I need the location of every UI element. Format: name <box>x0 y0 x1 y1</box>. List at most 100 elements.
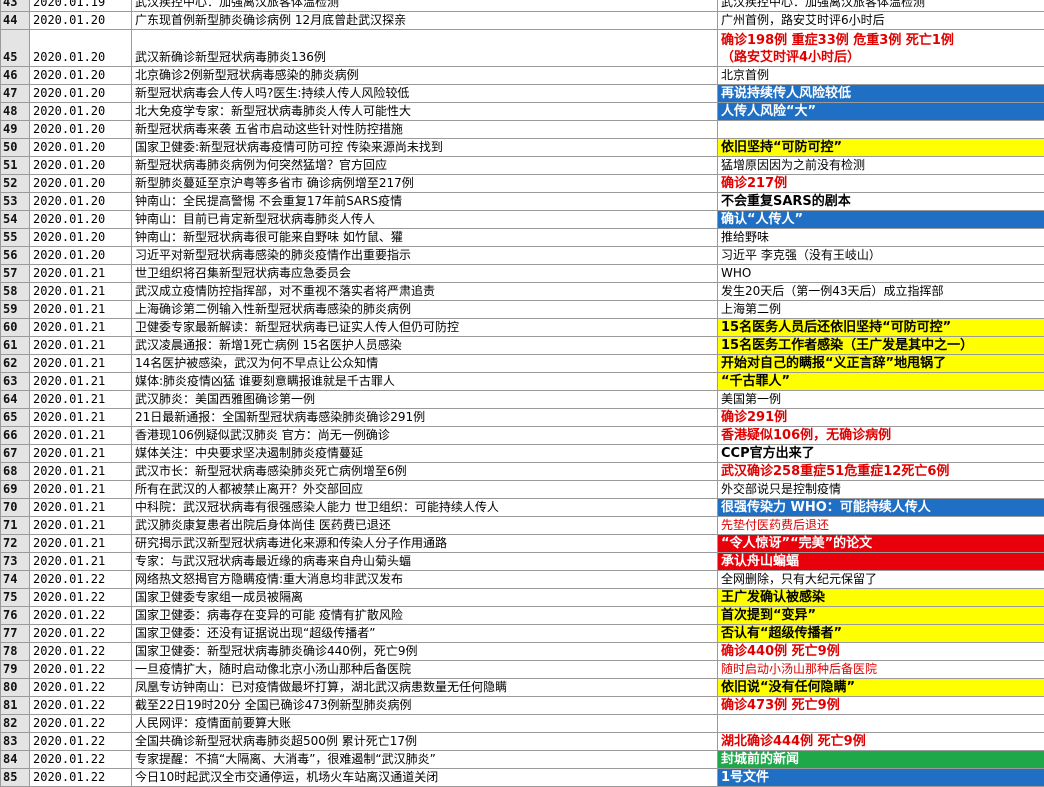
date-cell[interactable]: 2020.01.20 <box>29 138 132 157</box>
note-cell[interactable]: 湖北确诊444例 死亡9例 <box>717 732 1044 751</box>
date-cell[interactable]: 2020.01.21 <box>29 480 132 499</box>
date-cell[interactable]: 2020.01.21 <box>29 426 132 445</box>
headline-cell[interactable]: 21日最新通报：全国新型冠状病毒感染肺炎确诊291例 <box>131 408 718 427</box>
row-number[interactable]: 51 <box>0 156 30 175</box>
headline-cell[interactable]: 全国共确诊新型冠状病毒肺炎超500例 累计死亡17例 <box>131 732 718 751</box>
date-cell[interactable]: 2020.01.21 <box>29 264 132 283</box>
note-cell[interactable]: 确诊291例 <box>717 408 1044 427</box>
headline-cell[interactable]: 国家卫健委专家组一成员被隔离 <box>131 588 718 607</box>
headline-cell[interactable]: 北大免疫学专家：新型冠状病毒肺炎人传人可能性大 <box>131 102 718 121</box>
row-number[interactable]: 83 <box>0 732 30 751</box>
row-number[interactable]: 64 <box>0 390 30 409</box>
note-cell[interactable]: 否认有“超级传播者” <box>717 624 1044 643</box>
note-cell[interactable]: 外交部说只是控制疫情 <box>717 480 1044 499</box>
headline-cell[interactable]: 所有在武汉的人都被禁止离开？外交部回应 <box>131 480 718 499</box>
headline-cell[interactable]: 新型冠状病毒肺炎病例为何突然猛增？官方回应 <box>131 156 718 175</box>
row-number[interactable]: 71 <box>0 516 30 535</box>
row-number[interactable]: 60 <box>0 318 30 337</box>
headline-cell[interactable]: 国家卫健委：病毒存在变异的可能 疫情有扩散风险 <box>131 606 718 625</box>
row-number[interactable]: 85 <box>0 768 30 787</box>
row-number[interactable]: 67 <box>0 444 30 463</box>
note-cell[interactable]: 首次提到“变异” <box>717 606 1044 625</box>
headline-cell[interactable]: 钟南山：全民提高警惕 不会重复17年前SARS疫情 <box>131 192 718 211</box>
row-number[interactable]: 78 <box>0 642 30 661</box>
note-cell[interactable]: 确诊473例 死亡9例 <box>717 696 1044 715</box>
headline-cell[interactable]: 世卫组织将召集新型冠状病毒应急委员会 <box>131 264 718 283</box>
date-cell[interactable]: 2020.01.22 <box>29 606 132 625</box>
row-number[interactable]: 47 <box>0 84 30 103</box>
date-cell[interactable]: 2020.01.21 <box>29 318 132 337</box>
note-cell[interactable]: 习近平 李克强（没有王岐山） <box>717 246 1044 265</box>
date-cell[interactable]: 2020.01.20 <box>29 29 132 67</box>
note-cell[interactable]: 确诊198例 重症33例 危重3例 死亡1例 （路安艾时评4小时后） <box>717 29 1044 67</box>
date-cell[interactable]: 2020.01.22 <box>29 732 132 751</box>
headline-cell[interactable]: 一旦疫情扩大，随时启动像北京小汤山那种后备医院 <box>131 660 718 679</box>
note-cell[interactable]: “令人惊讶”“完美”的论文 <box>717 534 1044 553</box>
row-number[interactable]: 82 <box>0 714 30 733</box>
date-cell[interactable]: 2020.01.22 <box>29 588 132 607</box>
row-number[interactable]: 44 <box>0 11 30 30</box>
note-cell[interactable]: 发生20天后（第一例43天后）成立指挥部 <box>717 282 1044 301</box>
headline-cell[interactable]: 武汉疾控中心：加强离汉旅客体温检测 <box>131 0 718 12</box>
date-cell[interactable]: 2020.01.20 <box>29 228 132 247</box>
date-cell[interactable]: 2020.01.22 <box>29 750 132 769</box>
headline-cell[interactable]: 习近平对新型冠状病毒感染的肺炎疫情作出重要指示 <box>131 246 718 265</box>
headline-cell[interactable]: 凤凰专访钟南山：已对疫情做最坏打算，湖北武汉病患数量无任何隐瞒 <box>131 678 718 697</box>
note-cell[interactable]: 香港疑似106例，无确诊病例 <box>717 426 1044 445</box>
note-cell[interactable] <box>717 120 1044 139</box>
note-cell[interactable]: 武汉疾控中心：加强离汉旅客体温检测 <box>717 0 1044 12</box>
row-number[interactable]: 74 <box>0 570 30 589</box>
row-number[interactable]: 54 <box>0 210 30 229</box>
headline-cell[interactable]: 中科院：武汉冠状病毒有很强感染人能力 世卫组织：可能持续人传人 <box>131 498 718 517</box>
note-cell[interactable]: 随时启动小汤山那种后备医院 <box>717 660 1044 679</box>
date-cell[interactable]: 2020.01.20 <box>29 102 132 121</box>
headline-cell[interactable]: 专家：与武汉冠状病毒最近缘的病毒来自舟山菊头蝠 <box>131 552 718 571</box>
date-cell[interactable]: 2020.01.21 <box>29 390 132 409</box>
date-cell[interactable]: 2020.01.22 <box>29 696 132 715</box>
note-cell[interactable]: 依旧坚持“可防可控” <box>717 138 1044 157</box>
note-cell[interactable]: 北京首例 <box>717 66 1044 85</box>
note-cell[interactable]: 15名医务工作者感染（王广发是其中之一） <box>717 336 1044 355</box>
note-cell[interactable]: “千古罪人” <box>717 372 1044 391</box>
row-number[interactable]: 55 <box>0 228 30 247</box>
date-cell[interactable]: 2020.01.20 <box>29 120 132 139</box>
headline-cell[interactable]: 专家提醒：不搞“大隔离、大消毒”，很难遏制“武汉肺炎” <box>131 750 718 769</box>
headline-cell[interactable]: 北京确诊2例新型冠状病毒感染的肺炎病例 <box>131 66 718 85</box>
date-cell[interactable]: 2020.01.22 <box>29 714 132 733</box>
note-cell[interactable]: 不会重复SARS的剧本 <box>717 192 1044 211</box>
row-number[interactable]: 46 <box>0 66 30 85</box>
headline-cell[interactable]: 上海确诊第二例输入性新型冠状病毒感染的肺炎病例 <box>131 300 718 319</box>
note-cell[interactable]: 广州首例，路安艾时评6小时后 <box>717 11 1044 30</box>
date-cell[interactable]: 2020.01.20 <box>29 246 132 265</box>
note-cell[interactable]: 开始对自己的瞒报“义正言辞”地甩锅了 <box>717 354 1044 373</box>
note-cell[interactable]: 全网删除，只有大纪元保留了 <box>717 570 1044 589</box>
note-cell[interactable]: 确诊217例 <box>717 174 1044 193</box>
date-cell[interactable]: 2020.01.20 <box>29 156 132 175</box>
date-cell[interactable]: 2020.01.20 <box>29 11 132 30</box>
note-cell[interactable]: 人传人风险“大” <box>717 102 1044 121</box>
headline-cell[interactable]: 国家卫健委：还没有证据说出现“超级传播者” <box>131 624 718 643</box>
date-cell[interactable]: 2020.01.22 <box>29 570 132 589</box>
date-cell[interactable]: 2020.01.21 <box>29 444 132 463</box>
note-cell[interactable]: 确认“人传人” <box>717 210 1044 229</box>
note-cell[interactable]: 王广发确认被感染 <box>717 588 1044 607</box>
date-cell[interactable]: 2020.01.21 <box>29 354 132 373</box>
headline-cell[interactable]: 武汉肺炎康复患者出院后身体尚佳 医药费已退还 <box>131 516 718 535</box>
headline-cell[interactable]: 网络热文怒揭官方隐瞒疫情:重大消息均非武汉发布 <box>131 570 718 589</box>
row-number[interactable]: 68 <box>0 462 30 481</box>
row-number[interactable]: 70 <box>0 498 30 517</box>
row-number[interactable]: 75 <box>0 588 30 607</box>
date-cell[interactable]: 2020.01.19 <box>29 0 132 12</box>
headline-cell[interactable]: 国家卫健委:新型冠状病毒疫情可防可控 传染来源尚未找到 <box>131 138 718 157</box>
note-cell[interactable]: WHO <box>717 264 1044 283</box>
headline-cell[interactable]: 14名医护被感染，武汉为何不早点让公众知情 <box>131 354 718 373</box>
row-number[interactable]: 77 <box>0 624 30 643</box>
row-number[interactable]: 52 <box>0 174 30 193</box>
note-cell[interactable]: CCP官方出来了 <box>717 444 1044 463</box>
date-cell[interactable]: 2020.01.21 <box>29 498 132 517</box>
row-number[interactable]: 59 <box>0 300 30 319</box>
date-cell[interactable]: 2020.01.21 <box>29 282 132 301</box>
headline-cell[interactable]: 武汉肺炎：美国西雅图确诊第一例 <box>131 390 718 409</box>
date-cell[interactable]: 2020.01.22 <box>29 624 132 643</box>
row-number[interactable]: 43 <box>0 0 30 12</box>
